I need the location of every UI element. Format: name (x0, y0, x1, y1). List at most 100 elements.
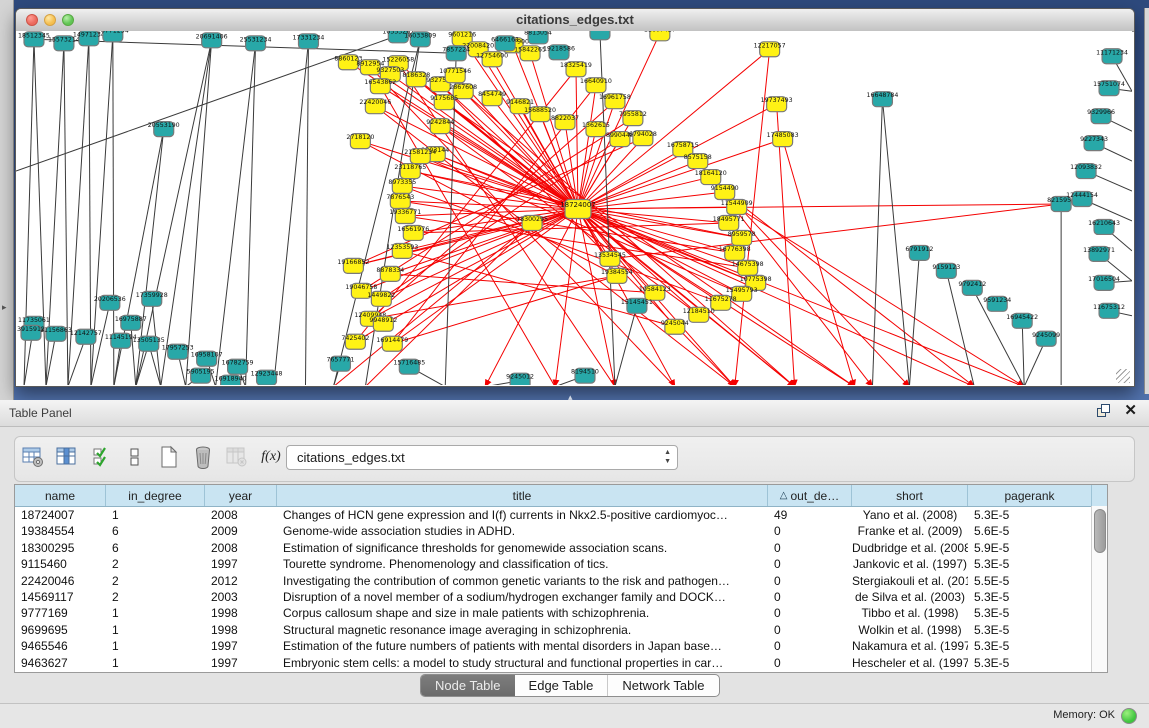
graph-node[interactable]: 9175685 (430, 95, 458, 110)
graph-node[interactable]: 9242844 (426, 119, 454, 134)
graph-node[interactable]: 15145451 (621, 298, 653, 313)
graph-node[interactable]: 8575158 (684, 154, 712, 169)
graph-node[interactable]: 7876543 (386, 194, 414, 209)
network-canvas[interactable]: 1872400718300295886012389129541522605893… (16, 31, 1132, 385)
table-cell[interactable]: 0 (768, 540, 852, 556)
table-cell[interactable]: 0 (768, 556, 852, 572)
column-header-short[interactable]: short (852, 485, 968, 506)
graph-edge[interactable] (909, 253, 919, 385)
table-row[interactable]: 2242004622012Investigating the contribut… (15, 573, 1107, 589)
table-cell[interactable]: 5.3E-5 (968, 622, 1092, 638)
graph-node[interactable]: 16776398 (719, 245, 751, 260)
graph-node[interactable]: 8973355 (388, 179, 416, 194)
table-cell[interactable]: 9463627 (15, 655, 106, 671)
table-cell[interactable]: 6 (106, 540, 205, 556)
graph-node[interactable]: 11544909 (721, 200, 753, 215)
graph-node[interactable]: 16918940 (215, 375, 247, 385)
table-row[interactable]: 977716911998Corpus callosum shape and si… (15, 605, 1107, 621)
table-cell[interactable]: 5.5E-5 (968, 573, 1092, 589)
table-cell[interactable]: 9465546 (15, 638, 106, 654)
graph-edge[interactable] (576, 69, 578, 209)
table-row[interactable]: 969969511998Structural magnetic resonanc… (15, 622, 1107, 638)
table-cell[interactable]: 0 (768, 622, 852, 638)
table-cell[interactable]: Stergiakouli et al. (2012) (852, 573, 968, 589)
network-graph[interactable]: 1872400718300295886012389129541522605893… (16, 31, 1132, 385)
graph-node[interactable]: 8959578 (728, 230, 756, 245)
graph-node[interactable]: 13534545 (594, 251, 626, 266)
graph-edge[interactable] (578, 204, 1061, 209)
graph-node[interactable]: 16210643 (1088, 219, 1120, 234)
graph-edge[interactable] (737, 207, 1024, 385)
graph-node[interactable]: 16782759 (222, 359, 254, 374)
table-cell[interactable]: 5.3E-5 (968, 655, 1092, 671)
graph-node[interactable]: 11675312 (1093, 303, 1125, 318)
window-resize-grip[interactable] (1116, 369, 1130, 383)
panel-collapse-arrow-icon[interactable]: ▸ (2, 302, 7, 313)
table-cell[interactable]: Jankovic et al. (1997) (852, 556, 968, 572)
table-cell[interactable]: 0 (768, 605, 852, 621)
table-cell[interactable]: Genome-wide association studies in ADHD. (277, 523, 768, 539)
table-selector-dropdown[interactable]: citations_edges.txt ▲▼ (286, 445, 678, 470)
graph-node[interactable]: 12754600 (476, 52, 508, 67)
table-cell[interactable]: 5.3E-5 (968, 638, 1092, 654)
function-builder-icon[interactable]: f(x) (259, 444, 283, 470)
graph-edge[interactable] (131, 323, 136, 385)
graph-node[interactable]: 17485083 (767, 132, 799, 147)
graph-node[interactable]: 12142757 (70, 329, 102, 344)
table-cell[interactable]: Investigating the contribution of common… (277, 573, 768, 589)
panel-splitter-handle[interactable]: ▴ (568, 392, 573, 403)
tab-edge-table[interactable]: Edge Table (515, 675, 608, 696)
graph-edge[interactable] (113, 34, 114, 385)
graph-node[interactable]: 7425402 (341, 334, 369, 349)
table-cell[interactable]: 1 (106, 655, 205, 671)
graph-edge[interactable] (615, 306, 637, 385)
table-cell[interactable]: 1 (106, 638, 205, 654)
graph-node[interactable]: 25531234 (240, 36, 272, 51)
close-panel-icon[interactable]: ✕ (1124, 404, 1137, 417)
graph-node[interactable]: 8878334 (376, 266, 404, 281)
graph-node[interactable]: 13892971 (1083, 246, 1115, 261)
graph-node[interactable]: 9227343 (1080, 136, 1108, 151)
table-cell[interactable]: 2008 (205, 540, 277, 556)
table-cell[interactable]: 2 (106, 589, 205, 605)
graph-node[interactable]: 9329966 (1087, 109, 1115, 124)
table-cell[interactable]: Estimation of the future numbers of pati… (277, 638, 768, 654)
graph-edge[interactable] (305, 41, 308, 385)
graph-node[interactable]: 8813054 (524, 31, 552, 44)
window-titlebar[interactable]: citations_edges.txt (16, 9, 1134, 32)
graph-node[interactable]: 19166852 (337, 258, 369, 273)
column-header-name[interactable]: name (15, 485, 106, 506)
new-table-icon[interactable] (157, 444, 181, 470)
graph-node[interactable]: 2718120 (346, 134, 374, 149)
graph-node[interactable]: 16033809 (404, 32, 436, 47)
table-cell[interactable]: 2012 (205, 573, 277, 589)
graph-edge[interactable] (1022, 321, 1024, 385)
table-cell[interactable]: 1 (106, 605, 205, 621)
tab-network-table[interactable]: Network Table (607, 675, 718, 696)
graph-node[interactable]: 17016504 (1088, 275, 1120, 290)
table-cell[interactable]: Embryonic stem cells: a model to study s… (277, 655, 768, 671)
graph-node[interactable]: 18724007 (560, 200, 595, 219)
table-cell[interactable]: 6 (106, 523, 205, 539)
graph-node[interactable]: 20553190 (148, 122, 180, 137)
table-cell[interactable]: 5.3E-5 (968, 507, 1092, 523)
table-cell[interactable]: 0 (768, 655, 852, 671)
graph-edge[interactable] (555, 209, 578, 385)
graph-edge[interactable] (370, 276, 617, 319)
table-cell[interactable]: Tourette syndrome. Phenomenology and cla… (277, 556, 768, 572)
graph-node[interactable]: 19384554 (601, 268, 633, 283)
table-row[interactable]: 946554611997Estimation of the future num… (15, 638, 1107, 654)
graph-edge[interactable] (610, 204, 1061, 259)
table-row[interactable]: 911546021997Tourette syndrome. Phenomeno… (15, 556, 1107, 572)
table-cell[interactable]: 5.9E-5 (968, 540, 1092, 556)
import-table-icon[interactable] (21, 444, 45, 470)
table-cell[interactable]: Corpus callosum shape and size in male p… (277, 605, 768, 621)
graph-node[interactable]: 16561976 (397, 225, 429, 240)
table-cell[interactable]: 0 (768, 523, 852, 539)
graph-node[interactable]: 12217057 (754, 42, 786, 57)
graph-node[interactable]: 15751074 (1093, 81, 1125, 96)
table-cell[interactable]: 1 (106, 622, 205, 638)
graph-edge[interactable] (186, 40, 212, 385)
table-cell[interactable]: Nakamura et al. (1997) (852, 638, 968, 654)
table-row[interactable]: 1872400712008Changes of HCN gene express… (15, 507, 1107, 523)
